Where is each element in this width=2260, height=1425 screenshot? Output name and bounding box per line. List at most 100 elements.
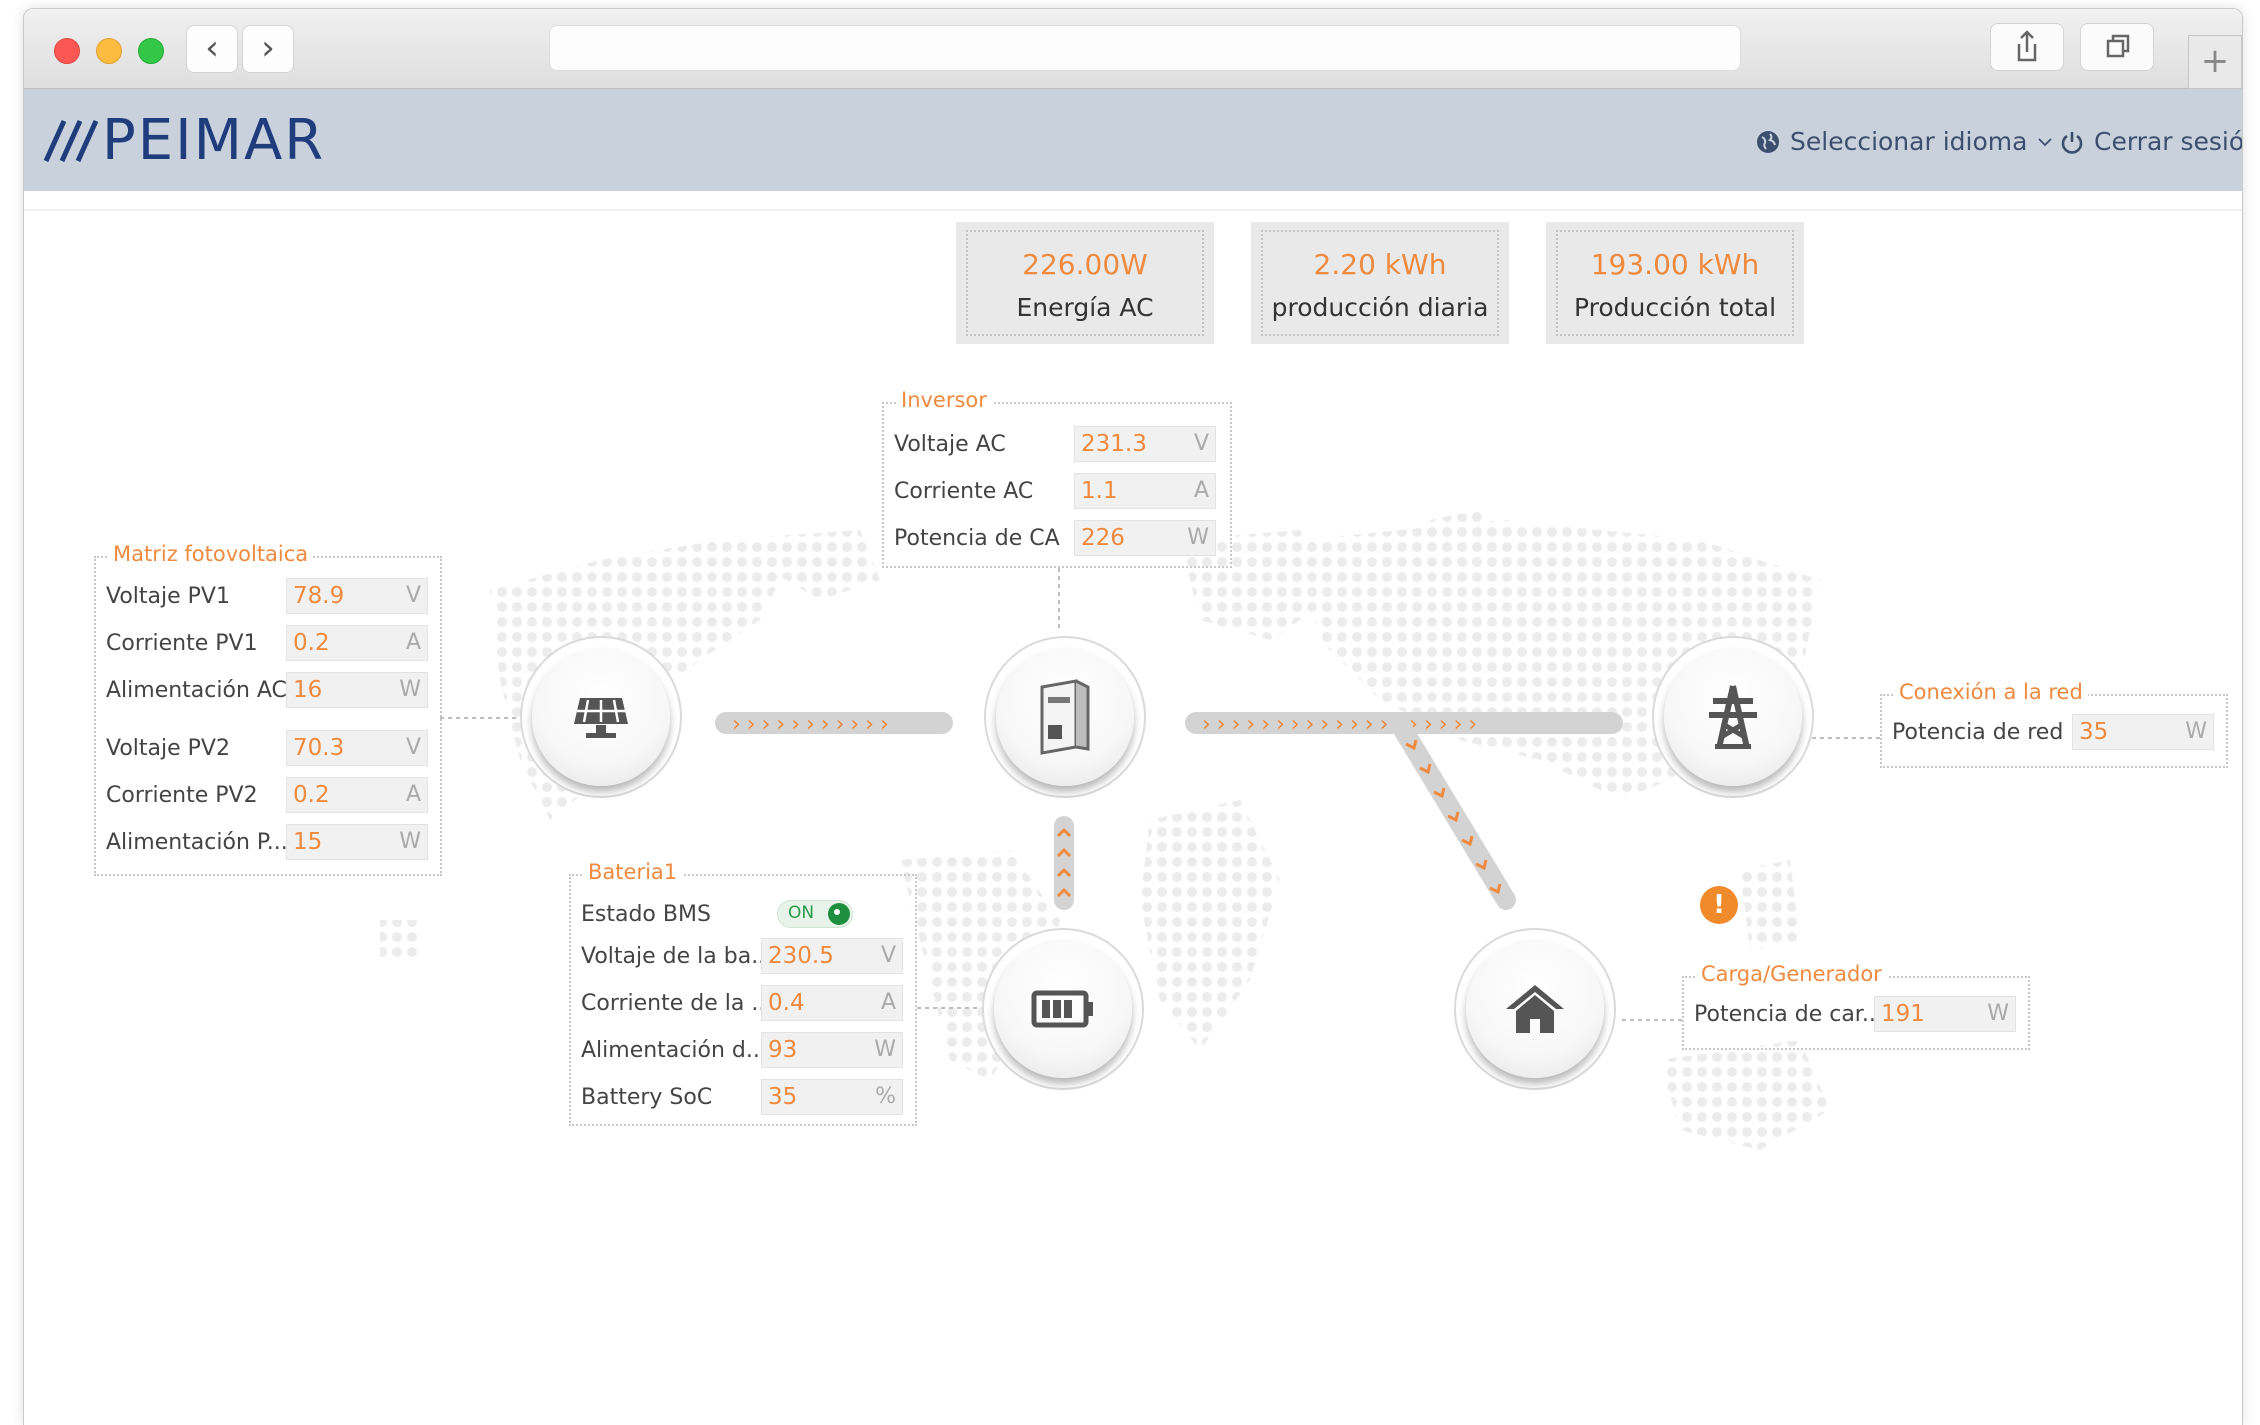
inverter-panel: Inversor Voltaje AC 231.3 V Corriente AC … <box>882 388 1232 568</box>
inverter-icon <box>1040 679 1090 755</box>
stat-value: 193.00 kWh <box>1590 248 1760 281</box>
row-label: Corriente AC <box>894 479 1034 504</box>
value-field: 230.5 V <box>761 938 903 974</box>
value-text: 226 <box>1081 525 1125 551</box>
unit-text: W <box>1187 525 1209 550</box>
unit-text: A <box>405 630 421 655</box>
node-face <box>1466 940 1604 1078</box>
pv-row-voltage1: Voltaje PV1 78.9 V <box>106 578 436 616</box>
load-row-power: Potencia de car... 191 W <box>1694 996 2024 1034</box>
row-label: Voltaje AC <box>894 432 1006 457</box>
value-text: 15 <box>293 829 323 855</box>
stat-label: producción diaria <box>1271 293 1489 322</box>
stat-total-production: 193.00 kWh Producción total <box>1546 222 1804 344</box>
row-label: Alimentación d... <box>581 1038 767 1063</box>
stat-frame: 226.00W Energía AC <box>966 230 1204 336</box>
value-text: 93 <box>768 1037 798 1063</box>
unit-text: W <box>874 1037 896 1062</box>
row-label: Alimentación P... <box>106 830 288 855</box>
stat-daily-production: 2.20 kWh producción diaria <box>1251 222 1509 344</box>
inverter-title: Inversor <box>896 388 992 412</box>
row-label: Corriente de la ... <box>581 991 773 1016</box>
svg-text:›››››››››››: ››››››››››› <box>732 712 895 737</box>
stat-value: 226.00W <box>1022 248 1148 281</box>
power-tower-icon <box>1709 685 1757 749</box>
node-face <box>996 648 1134 786</box>
value-text: 16 <box>293 677 323 703</box>
grid-tower-node[interactable] <box>1652 636 1814 798</box>
grid-row-power: Potencia de red 35 W <box>1892 714 2222 752</box>
pv-title: Matriz fotovoltaica <box>108 542 314 566</box>
value-text: 70.3 <box>293 735 345 761</box>
pv-row-voltage2: Voltaje PV2 70.3 V <box>106 730 436 768</box>
stat-ac-energy: 226.00W Energía AC <box>956 222 1214 344</box>
node-face <box>994 940 1132 1078</box>
value-field: 0.2 A <box>286 777 428 813</box>
inverter-row-power: Potencia de CA 226 W <box>894 520 1224 558</box>
home-load-node[interactable] <box>1454 928 1616 1090</box>
row-label: Voltaje PV1 <box>106 584 230 609</box>
value-text: 0.2 <box>293 782 330 808</box>
unit-text: V <box>880 943 896 968</box>
value-field: 15 W <box>286 824 428 860</box>
load-title: Carga/Generador <box>1696 962 1887 986</box>
solar-panel-node[interactable] <box>520 636 682 798</box>
pv-row-power2: Alimentación P... 15 W <box>106 824 436 862</box>
unit-text: W <box>399 677 421 702</box>
battery-row-voltage: Voltaje de la ba... 230.5 V <box>581 938 911 976</box>
value-field: 70.3 V <box>286 730 428 766</box>
row-label: Potencia de CA <box>894 526 1060 551</box>
solar-panel-icon <box>574 698 628 738</box>
inverter-node[interactable] <box>984 636 1146 798</box>
unit-text: V <box>405 735 421 760</box>
unit-text: W <box>2185 719 2207 744</box>
stat-frame: 2.20 kWh producción diaria <box>1261 230 1499 336</box>
value-text: 35 <box>2079 719 2109 745</box>
battery-panel: Bateria1 Estado BMS ON Voltaje de la ba.… <box>569 860 917 1126</box>
row-label: Alimentación AC <box>106 678 287 703</box>
unit-text: A <box>880 990 896 1015</box>
row-label: Voltaje PV2 <box>106 736 230 761</box>
flow-pv-to-inverter: ››››››››››› <box>715 712 953 737</box>
grid-title: Conexión a la red <box>1894 680 2088 704</box>
stat-value: 2.20 kWh <box>1313 248 1447 281</box>
value-field: 35 W <box>2072 714 2214 750</box>
inverter-row-voltage: Voltaje AC 231.3 V <box>894 426 1224 464</box>
battery-node[interactable] <box>982 928 1144 1090</box>
warning-alert-icon[interactable]: ! <box>1700 886 1738 924</box>
stat-frame: 193.00 kWh Producción total <box>1556 230 1794 336</box>
battery-row-current: Corriente de la ... 0.4 A <box>581 985 911 1023</box>
flow-inverter-to-battery <box>1054 816 1074 910</box>
battery-row-soc: Battery SoC 35% <box>581 1079 911 1117</box>
pv-array-panel: Matriz fotovoltaica Voltaje PV1 78.9 V Co… <box>94 542 442 876</box>
unit-text: % <box>875 1084 896 1109</box>
row-label: Potencia de red <box>1892 720 2064 745</box>
house-icon <box>1506 985 1564 1033</box>
value-text: 230.5 <box>768 943 834 969</box>
row-label: Voltaje de la ba... <box>581 944 773 969</box>
row-label: Corriente PV2 <box>106 783 258 808</box>
stat-label: Energía AC <box>1016 293 1154 322</box>
value-field: 231.3 V <box>1074 426 1216 462</box>
pv-row-current1: Corriente PV1 0.2 A <box>106 625 436 663</box>
grid-panel: Conexión a la red Potencia de red 35 W <box>1880 680 2228 768</box>
value-text: 1.1 <box>1081 478 1118 504</box>
unit-text: A <box>405 782 421 807</box>
value-field: 0.2 A <box>286 625 428 661</box>
value-field: 16 W <box>286 672 428 708</box>
bms-toggle[interactable]: ON <box>777 900 853 928</box>
value-text: 0.2 <box>293 630 330 656</box>
row-label: Estado BMS <box>581 902 711 927</box>
svg-text:›››››››››››››››››››: ››››››››››››››››››› <box>1202 712 1483 737</box>
pv-row-current2: Corriente PV2 0.2 A <box>106 777 436 815</box>
value-field: 191 W <box>1874 996 2016 1032</box>
row-label: Potencia de car... <box>1694 1002 1883 1027</box>
value-text: 35 <box>768 1084 798 1110</box>
value-field: 1.1 A <box>1074 473 1216 509</box>
unit-text: A <box>1193 478 1209 503</box>
battery-icon <box>1031 990 1093 1028</box>
inverter-row-current: Corriente AC 1.1 A <box>894 473 1224 511</box>
node-face <box>1664 648 1802 786</box>
stat-label: Producción total <box>1573 293 1777 322</box>
flow-to-load <box>1392 718 1516 910</box>
